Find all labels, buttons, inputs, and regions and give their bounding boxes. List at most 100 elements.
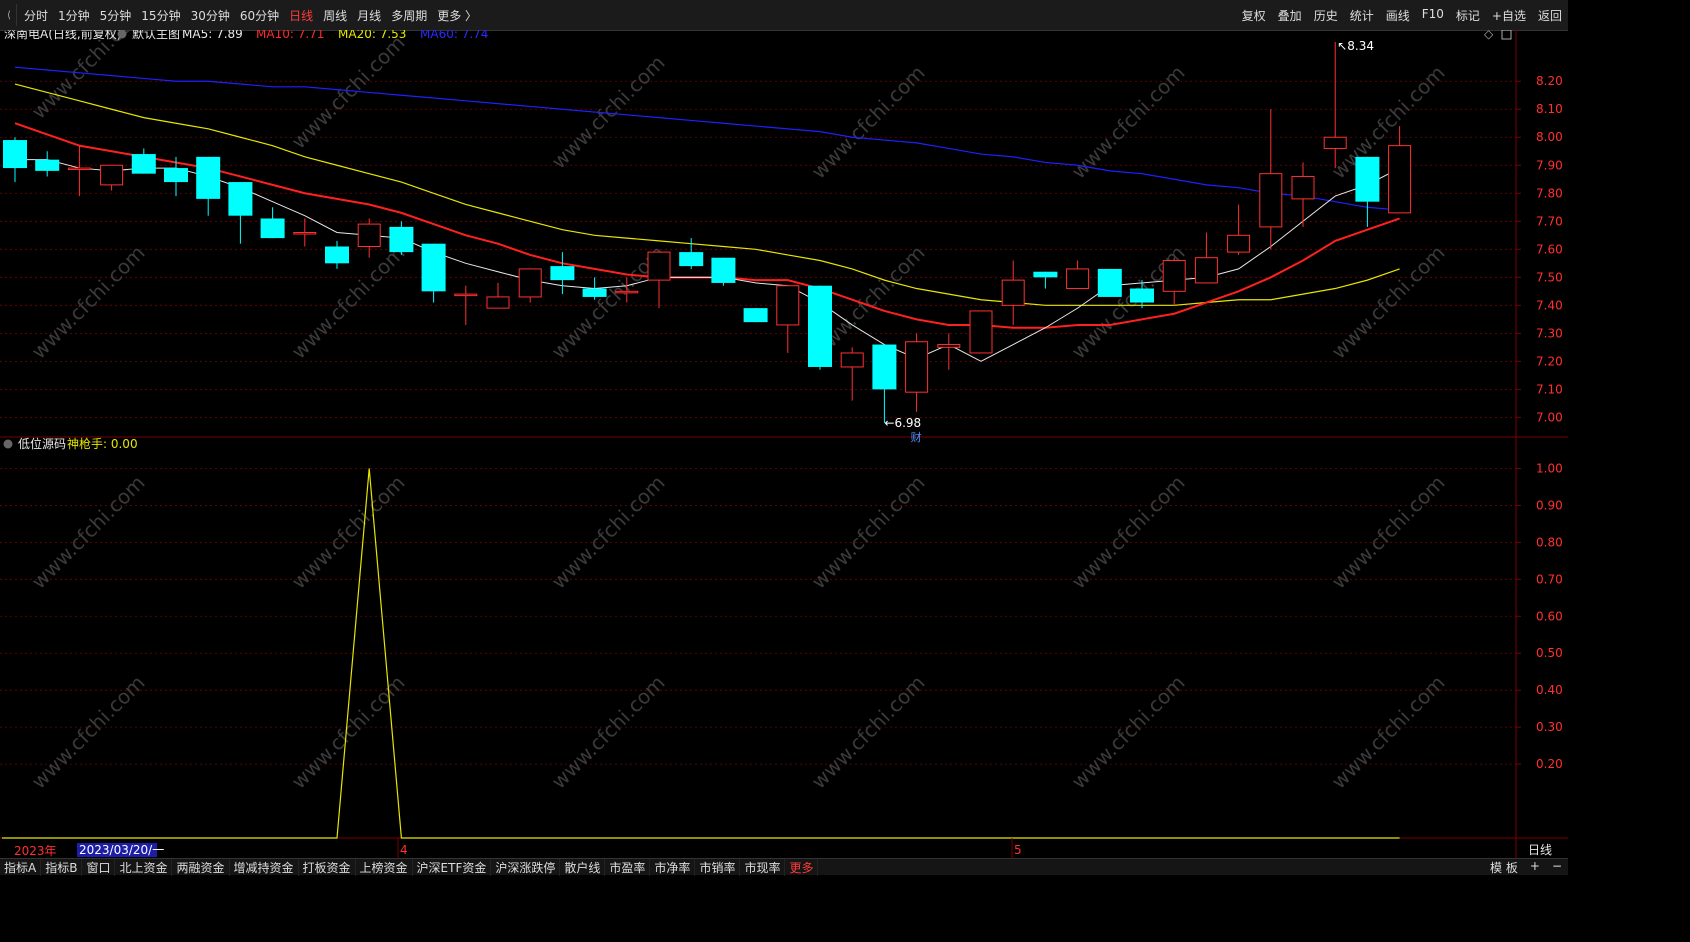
- scroll-left-icon[interactable]: ⟨: [2, 4, 17, 26]
- candle[interactable]: [1162, 257, 1186, 306]
- candle[interactable]: [743, 308, 768, 323]
- candle[interactable]: [808, 285, 832, 370]
- candle[interactable]: [1259, 109, 1283, 250]
- period-tab[interactable]: 更多 〉: [432, 7, 482, 24]
- period-tab[interactable]: 15分钟: [136, 7, 185, 24]
- candle-body: [808, 285, 832, 367]
- candle[interactable]: [1227, 204, 1251, 255]
- candle[interactable]: [486, 282, 510, 309]
- candle[interactable]: [1355, 156, 1380, 227]
- indicator-tab[interactable]: 市销率: [695, 858, 741, 876]
- tool-button[interactable]: 返回: [1532, 7, 1568, 24]
- candle[interactable]: [325, 240, 349, 269]
- period-tab[interactable]: 30分钟: [186, 7, 235, 24]
- period-tab[interactable]: 日线: [284, 7, 318, 24]
- indicator-tab[interactable]: 指标B: [41, 858, 83, 876]
- indicator-settings-icon[interactable]: [3, 439, 13, 449]
- period-tab[interactable]: 5分钟: [95, 7, 137, 24]
- candle[interactable]: [293, 218, 317, 247]
- candle[interactable]: [260, 207, 285, 239]
- period-tab[interactable]: 多周期: [386, 7, 432, 24]
- period-tab[interactable]: 分时: [19, 7, 53, 24]
- tool-button[interactable]: 叠加: [1272, 7, 1308, 24]
- candle[interactable]: [1388, 126, 1412, 214]
- candle[interactable]: [840, 347, 864, 401]
- candle[interactable]: [67, 145, 91, 197]
- template-control[interactable]: +: [1524, 859, 1546, 876]
- candle[interactable]: [454, 285, 478, 325]
- watermark-text: www.cfchi.com: [547, 51, 670, 174]
- maximize-icon[interactable]: [1501, 30, 1512, 40]
- indicator-tab[interactable]: 窗口: [82, 858, 116, 876]
- month-label: 4: [400, 843, 408, 857]
- indicator-tab[interactable]: 指标A: [0, 858, 42, 876]
- tool-button[interactable]: 复权: [1236, 7, 1272, 24]
- indicator-tab[interactable]: 更多: [785, 858, 819, 876]
- candle[interactable]: [1097, 268, 1122, 297]
- candle[interactable]: [518, 268, 542, 303]
- tool-button[interactable]: 画线: [1380, 7, 1416, 24]
- candle[interactable]: [1194, 232, 1218, 284]
- indicator-tab[interactable]: 增减持资金: [230, 858, 299, 876]
- period-tab[interactable]: 60分钟: [235, 7, 284, 24]
- candle[interactable]: [196, 156, 221, 216]
- candle[interactable]: [164, 156, 188, 197]
- template-control[interactable]: −: [1546, 859, 1568, 876]
- watermark-text: www.cfchi.com: [807, 471, 930, 594]
- candle-body: [454, 293, 478, 297]
- candle[interactable]: [131, 148, 156, 174]
- period-tab[interactable]: 周线: [318, 7, 352, 24]
- candle[interactable]: [582, 277, 607, 300]
- candle[interactable]: [550, 252, 575, 295]
- tool-button[interactable]: +自选: [1486, 7, 1532, 24]
- kline-chart[interactable]: 7.00 7.10 7.20 7.30 7.40 7.50 7.60 7.70 7.80 7.90…: [0, 30, 1568, 858]
- tool-button[interactable]: 统计: [1344, 7, 1380, 24]
- watermark-text: www.cfchi.com: [1067, 671, 1190, 794]
- template-control[interactable]: 模 板: [1484, 859, 1524, 876]
- candle[interactable]: [228, 182, 253, 244]
- indicator-tab[interactable]: 两融资金: [172, 858, 230, 876]
- candle[interactable]: [937, 333, 961, 370]
- candle[interactable]: [35, 151, 60, 177]
- candle[interactable]: [969, 310, 993, 354]
- indicator-tab[interactable]: 沪深ETF资金: [413, 858, 492, 876]
- sub-tick-label: 0.60: [1536, 609, 1563, 623]
- indicator-tab[interactable]: 北上资金: [115, 858, 173, 876]
- candle[interactable]: [711, 257, 736, 286]
- candle-body: [1227, 234, 1251, 253]
- candle[interactable]: [3, 137, 27, 183]
- candle-body: [1066, 268, 1090, 290]
- candle[interactable]: [100, 164, 124, 191]
- candle-body: [100, 164, 124, 186]
- candle[interactable]: [1033, 271, 1058, 289]
- tool-button[interactable]: 标记: [1450, 7, 1486, 24]
- indicator-tab[interactable]: 打板资金: [299, 858, 356, 876]
- candle[interactable]: [357, 218, 381, 258]
- candle-body: [872, 344, 897, 390]
- candle[interactable]: [1066, 260, 1090, 290]
- indicator-tab[interactable]: 沪深涨跌停: [491, 858, 561, 876]
- candle[interactable]: [905, 333, 929, 412]
- tool-button[interactable]: F10: [1416, 7, 1450, 24]
- candle-body: [647, 251, 671, 281]
- indicator-tab[interactable]: 散户线: [560, 858, 606, 876]
- candle[interactable]: [872, 344, 897, 423]
- period-tab[interactable]: 1分钟: [53, 7, 95, 24]
- candle[interactable]: [647, 251, 671, 309]
- candle[interactable]: [1291, 162, 1315, 227]
- period-tab[interactable]: 月线: [352, 7, 386, 24]
- watermark-text: www.cfchi.com: [1067, 241, 1190, 364]
- candle-body: [67, 167, 91, 171]
- indicator-tab[interactable]: 上榜资金: [356, 858, 413, 876]
- indicator-tab[interactable]: 市现率: [740, 858, 786, 876]
- indicator-tab[interactable]: 市净率: [650, 858, 696, 876]
- candle[interactable]: [1001, 260, 1025, 325]
- indicator-tab[interactable]: 市盈率: [605, 858, 651, 876]
- candle[interactable]: [776, 285, 800, 353]
- period-tabs: 分时 1分钟 5分钟 15分钟 30分钟 60分钟 日线 周线 月线 多周期 更多 〉: [19, 7, 482, 24]
- ma5-line: [15, 159, 1400, 362]
- candle[interactable]: [421, 243, 446, 303]
- watermark-text: www.cfchi.com: [547, 671, 670, 794]
- candle[interactable]: [389, 221, 414, 255]
- tool-button[interactable]: 历史: [1308, 7, 1344, 24]
